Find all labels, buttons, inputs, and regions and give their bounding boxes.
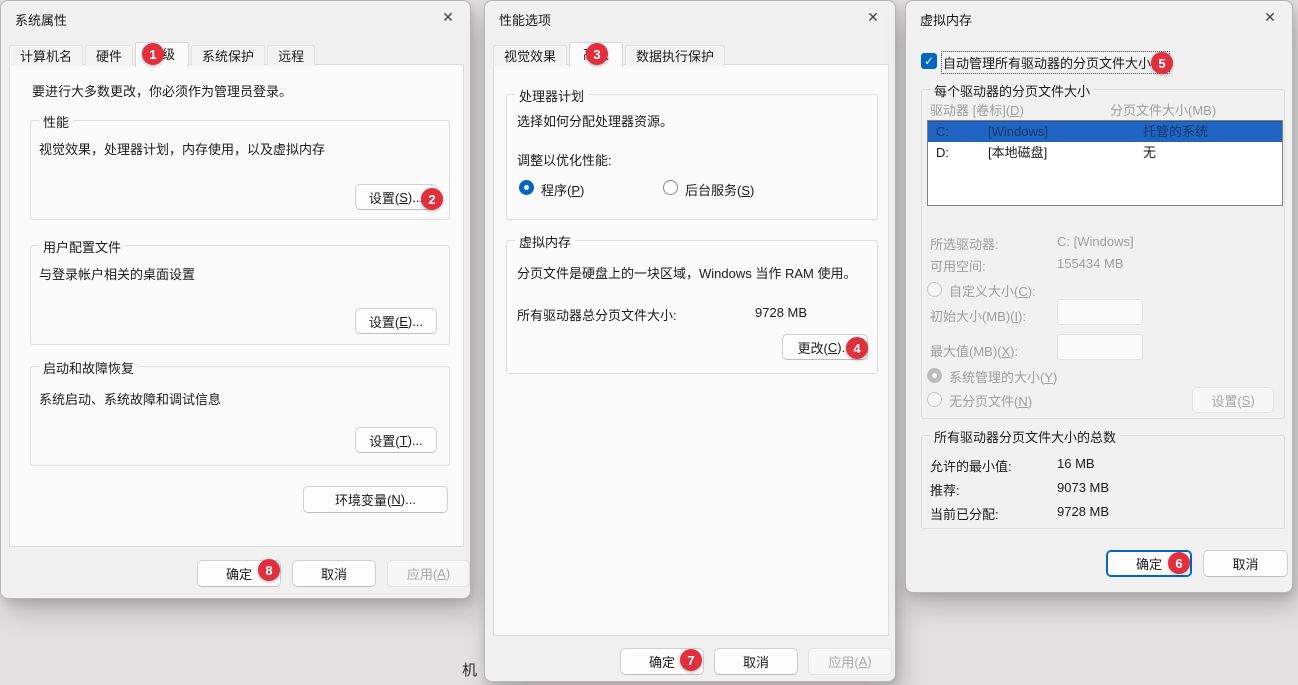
tab-system-protection[interactable]: 系统保护 <box>191 45 265 66</box>
virtual-memory-legend: 虚拟内存 <box>515 232 575 251</box>
per-drive-group-legend: 每个驱动器的分页文件大小 <box>930 81 1094 100</box>
initial-size-label: 初始大小(MB)(I): <box>930 306 1026 325</box>
performance-group: 性能 视觉效果，处理器计划，内存使用，以及虚拟内存 设置(S)... <box>30 120 450 220</box>
free-space-value: 155434 MB <box>1057 256 1124 271</box>
processor-scheduling-group: 处理器计划 选择如何分配处理器资源。 调整以优化性能: 程序(P) 后台服务(S… <box>506 94 878 220</box>
drive-paging-size: 无 <box>1143 142 1156 163</box>
set-button: 设置(S) <box>1192 387 1274 413</box>
max-size-label: 最大值(MB)(X): <box>930 341 1018 360</box>
close-icon[interactable]: ✕ <box>864 8 882 26</box>
admin-note: 要进行大多数更改，你必须作为管理员登录。 <box>32 81 292 100</box>
minimum-allowed-value: 16 MB <box>1057 456 1095 471</box>
step-badge-6: 6 <box>1168 552 1190 574</box>
background-services-radio-label[interactable]: 后台服务(S) <box>685 180 754 199</box>
step-badge-3: 3 <box>586 43 608 65</box>
tab-remote[interactable]: 远程 <box>267 45 315 66</box>
cancel-button[interactable]: 取消 <box>292 560 376 587</box>
total-paging-label: 所有驱动器总分页文件大小: <box>517 305 677 324</box>
desktop-background-text: 机 <box>462 659 477 680</box>
advanced-tab-page: 要进行大多数更改，你必须作为管理员登录。 性能 视觉效果，处理器计划，内存使用，… <box>9 64 464 547</box>
processor-scheduling-description: 选择如何分配处理器资源。 <box>517 111 673 130</box>
adjust-performance-label: 调整以优化性能: <box>517 150 612 169</box>
programs-radio-label[interactable]: 程序(P) <box>541 180 584 199</box>
virtual-memory-group: 虚拟内存 分页文件是硬盘上的一块区域，Windows 当作 RAM 使用。 所有… <box>506 240 878 374</box>
tab-visual-effects[interactable]: 视觉效果 <box>493 45 567 66</box>
apply-button: 应用(A) <box>387 560 470 587</box>
no-paging-file-radio-label: 无分页文件(N) <box>949 391 1032 410</box>
startup-recovery-group: 启动和故障恢复 系统启动、系统故障和调试信息 设置(T)... <box>30 366 450 466</box>
close-icon[interactable]: ✕ <box>439 8 457 26</box>
step-badge-2: 2 <box>421 188 443 210</box>
user-profiles-description: 与登录帐户相关的桌面设置 <box>39 264 195 283</box>
totals-group: 所有驱动器分页文件大小的总数 允许的最小值: 16 MB 推荐: 9073 MB… <box>921 435 1285 529</box>
drive-letter: D: <box>936 142 949 163</box>
check-icon: ✓ <box>924 54 934 68</box>
desktop: 机 系统属性 ✕ 计算机名 硬件 高级 系统保护 远程 1 要进行大多数更改，你… <box>0 0 1298 685</box>
drive-paging-size: 托管的系统 <box>1143 121 1208 142</box>
total-paging-value: 9728 MB <box>755 305 807 320</box>
advanced-tab-page: 处理器计划 选择如何分配处理器资源。 调整以优化性能: 程序(P) 后台服务(S… <box>493 64 889 636</box>
initial-size-input <box>1057 299 1143 325</box>
user-profiles-group: 用户配置文件 与登录帐户相关的桌面设置 设置(E)... <box>30 245 450 345</box>
virtual-memory-dialog: 虚拟内存 ✕ ✓ 自动管理所有驱动器的分页文件大小(A) 5 每个驱动器的分页文… <box>905 0 1293 593</box>
step-badge-4: 4 <box>846 337 868 359</box>
column-header-size: 分页文件大小(MB) <box>1110 100 1216 119</box>
system-properties-dialog: 系统属性 ✕ 计算机名 硬件 高级 系统保护 远程 1 要进行大多数更改，你必须… <box>0 0 471 599</box>
custom-size-radio <box>927 282 942 297</box>
startup-recovery-settings-button[interactable]: 设置(T)... <box>355 427 437 453</box>
processor-scheduling-legend: 处理器计划 <box>515 86 588 105</box>
cancel-button[interactable]: 取消 <box>1203 550 1288 577</box>
user-profiles-group-legend: 用户配置文件 <box>39 237 125 256</box>
no-paging-file-radio <box>927 392 942 407</box>
per-drive-group: 每个驱动器的分页文件大小 驱动器 [卷标](D) 分页文件大小(MB) C: [… <box>921 89 1285 419</box>
currently-allocated-value: 9728 MB <box>1057 504 1109 519</box>
dialog-title: 性能选项 <box>499 10 551 29</box>
drive-list-row-c[interactable]: C: [Windows] 托管的系统 <box>928 121 1282 142</box>
system-managed-radio <box>927 368 942 383</box>
user-profiles-settings-button[interactable]: 设置(E)... <box>355 308 437 334</box>
tab-computer-name[interactable]: 计算机名 <box>9 45 83 66</box>
tab-dep[interactable]: 数据执行保护 <box>625 45 725 66</box>
drive-volume: [本地磁盘] <box>988 142 1047 163</box>
column-header-drive: 驱动器 [卷标](D) <box>930 100 1024 119</box>
dialog-title: 系统属性 <box>15 10 67 29</box>
selected-drive-label: 所选驱动器: <box>930 234 999 253</box>
cancel-button[interactable]: 取消 <box>714 648 798 675</box>
startup-recovery-group-legend: 启动和故障恢复 <box>39 358 138 377</box>
virtual-memory-description: 分页文件是硬盘上的一块区域，Windows 当作 RAM 使用。 <box>517 263 856 282</box>
step-badge-7: 7 <box>680 649 702 671</box>
drive-letter: C: <box>936 121 949 142</box>
selected-drive-value: C: [Windows] <box>1057 234 1134 249</box>
startup-recovery-description: 系统启动、系统故障和调试信息 <box>39 389 221 408</box>
apply-button: 应用(A) <box>808 648 892 675</box>
max-size-input <box>1057 334 1143 360</box>
totals-group-legend: 所有驱动器分页文件大小的总数 <box>930 427 1120 446</box>
step-badge-5: 5 <box>1151 52 1173 74</box>
system-managed-radio-label: 系统管理的大小(Y) <box>949 367 1057 386</box>
recommended-value: 9073 MB <box>1057 480 1109 495</box>
environment-variables-button[interactable]: 环境变量(N)... <box>303 486 448 513</box>
minimum-allowed-label: 允许的最小值: <box>930 456 1012 475</box>
close-icon[interactable]: ✕ <box>1261 8 1279 26</box>
performance-description: 视觉效果，处理器计划，内存使用，以及虚拟内存 <box>39 139 325 158</box>
background-services-radio[interactable] <box>663 180 678 195</box>
programs-radio[interactable] <box>519 180 534 195</box>
step-badge-1: 1 <box>142 43 164 65</box>
tab-strip: 视觉效果 高级 数据执行保护 <box>493 42 725 66</box>
step-badge-8: 8 <box>258 559 280 581</box>
drive-list: C: [Windows] 托管的系统 D: [本地磁盘] 无 <box>927 120 1283 206</box>
currently-allocated-label: 当前已分配: <box>930 504 999 523</box>
auto-manage-checkbox-label[interactable]: 自动管理所有驱动器的分页文件大小(A) <box>943 53 1168 72</box>
performance-group-legend: 性能 <box>39 112 73 131</box>
drive-volume: [Windows] <box>988 121 1048 142</box>
auto-manage-checkbox[interactable]: ✓ <box>921 53 937 69</box>
custom-size-radio-label: 自定义大小(C): <box>949 281 1036 300</box>
free-space-label: 可用空间: <box>930 256 986 275</box>
dialog-title: 虚拟内存 <box>920 10 972 29</box>
tab-hardware[interactable]: 硬件 <box>85 45 133 66</box>
performance-options-dialog: 性能选项 ✕ 视觉效果 高级 数据执行保护 3 处理器计划 选择如何分配处理器资… <box>484 0 896 682</box>
recommended-label: 推荐: <box>930 480 960 499</box>
drive-list-row-d[interactable]: D: [本地磁盘] 无 <box>928 142 1282 163</box>
